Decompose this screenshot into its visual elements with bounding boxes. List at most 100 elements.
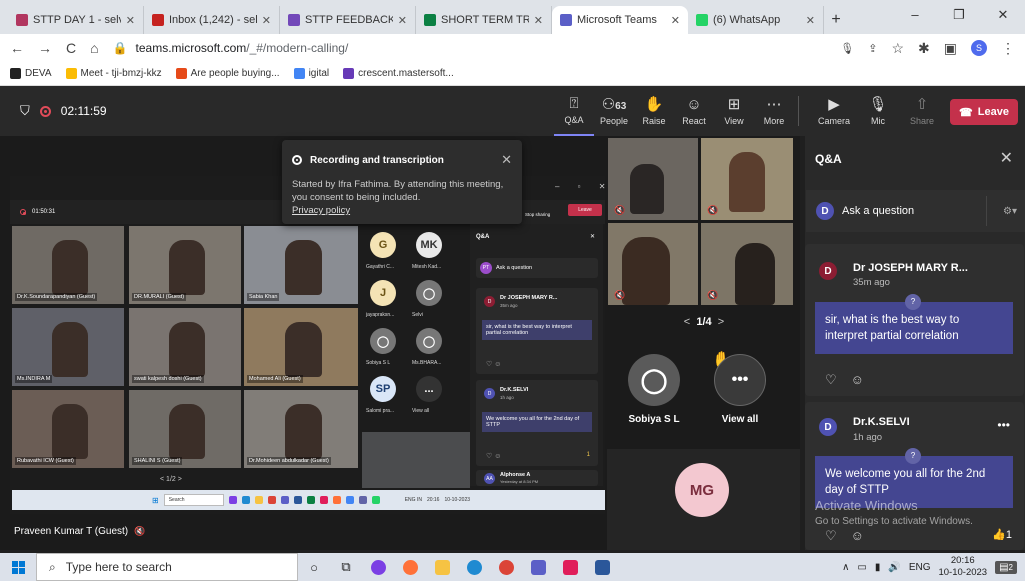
qa-filter-icon[interactable]: ⚙▾ <box>995 206 1025 217</box>
teams-icon[interactable] <box>522 553 554 581</box>
browser-tab[interactable]: SHORT TERM TRAINI ✕ <box>416 6 552 34</box>
video-pager[interactable]: < 1/4 > <box>669 316 739 328</box>
tab-close-icon[interactable]: ✕ <box>534 14 543 27</box>
browser-tab[interactable]: STTP DAY 1 - selvitha ✕ <box>8 6 144 34</box>
shared-avatar-panel: G Gayathri C... MK Mitesh Kad... Jjayapraksn… <box>362 228 470 438</box>
tab-close-icon[interactable]: ✕ <box>398 14 407 27</box>
shared-taskbar-app-icon <box>358 496 367 504</box>
shared-question-2: D Dr.K.SELVI 1h ago We welcome you all f… <box>476 380 598 466</box>
cortana-icon[interactable]: ○ <box>298 553 330 581</box>
tray-chevron-icon[interactable]: ∧ <box>842 562 849 573</box>
reply-icon[interactable]: ☺ <box>851 528 864 544</box>
edge-icon[interactable] <box>458 553 490 581</box>
question-reactions: ♡ ☺ <box>825 372 864 388</box>
shared-q1-reactions: ♡ ☺ <box>486 361 502 368</box>
browser-tab[interactable]: (6) WhatsApp ✕ <box>688 6 824 34</box>
back-icon[interactable]: ← <box>10 40 24 56</box>
shared-taskbar-app-icon <box>280 496 289 504</box>
shared-search-box: Search <box>163 494 224 506</box>
ask-question-field[interactable]: D Ask a question ⚙▾ <box>806 190 1025 232</box>
qa-close-button[interactable]: ✕ <box>1000 148 1013 168</box>
bookmark-item[interactable]: Are people buying... <box>175 68 280 79</box>
volume-icon[interactable]: 🔊 <box>888 562 900 573</box>
tab-close-icon[interactable]: ✕ <box>126 14 135 27</box>
language-indicator[interactable]: ENG <box>909 562 931 573</box>
participant-avatar-name: jayapraksn... <box>366 312 395 318</box>
popup-close-button[interactable]: ✕ <box>501 152 512 168</box>
shared-q3-avatar: AA <box>484 473 495 484</box>
task-view-icon[interactable]: ⧉ <box>330 553 362 581</box>
tab-close-icon[interactable]: ✕ <box>262 14 271 27</box>
url-host: teams.microsoft.com <box>135 41 247 55</box>
toolbar-view-button[interactable]: ⊞ View <box>714 86 754 136</box>
person-silhouette <box>52 322 89 377</box>
taskbar-search[interactable]: ⌕ Type here to search <box>36 553 298 581</box>
start-button[interactable] <box>0 553 36 581</box>
new-tab-button[interactable]: + <box>824 6 848 34</box>
tab-close-icon[interactable]: ✕ <box>806 14 815 27</box>
bookmark-item[interactable]: Meet - tji-bmzj-kkz <box>65 68 162 79</box>
restore-button[interactable]: ❐ <box>937 0 981 30</box>
browser-tab[interactable]: STTP FEEDBACK FOR ✕ <box>280 6 416 34</box>
url-field[interactable]: 🔒 teams.microsoft.com/_#/modern-calling/ <box>112 37 827 59</box>
forward-icon[interactable]: → <box>38 40 52 56</box>
participant-video-4: 🔇 <box>701 223 793 305</box>
profile-avatar[interactable]: S <box>971 40 987 56</box>
like-icon[interactable]: ♡ <box>825 528 837 544</box>
network-icon[interactable]: ▭ <box>857 562 866 573</box>
browser-tab[interactable]: Inbox (1,242) - selvi.c ✕ <box>144 6 280 34</box>
word-icon[interactable] <box>586 553 618 581</box>
mic-button[interactable]: 🎙 Mic <box>856 86 900 136</box>
presenter-name: Praveen Kumar T (Guest) <box>14 526 129 537</box>
home-icon[interactable]: ⌂ <box>90 40 98 56</box>
toolbar-raise-button[interactable]: ✋ Raise <box>634 86 674 136</box>
toolbar-qa-button[interactable]: ⍰ Q&A <box>554 86 594 136</box>
tab-title: STTP DAY 1 - selvitha <box>33 14 121 26</box>
url-path: /_#/modern-calling/ <box>246 41 349 55</box>
participant-sobiya[interactable]: ◯ Sobiya S L <box>628 354 680 425</box>
shared-q2-count: 1 <box>586 452 590 458</box>
minimize-button[interactable]: – <box>893 0 937 30</box>
tile-name: Ms.INDIRA M <box>15 375 53 383</box>
sidepanel-icon[interactable]: ▣ <box>944 40 957 57</box>
question-more-icon[interactable]: ••• <box>997 418 1010 432</box>
notification-icon[interactable]: ▤2 <box>995 560 1017 574</box>
privacy-policy-link[interactable]: Privacy policy <box>292 204 512 217</box>
question-icon: ? <box>905 294 921 310</box>
reply-icon[interactable]: ☺ <box>851 372 864 388</box>
extensions-icon[interactable]: ✱ <box>918 40 930 57</box>
shared-q1-time: 35m ago <box>500 303 518 308</box>
camera-button[interactable]: ▶ Camera <box>812 86 856 136</box>
device-label: Share <box>909 116 935 126</box>
clock[interactable]: 20:16 10-10-2023 <box>938 555 987 579</box>
bookmark-item[interactable]: igital <box>293 68 329 79</box>
share-button[interactable]: ⇧ Share <box>900 86 944 136</box>
slack-icon[interactable] <box>554 553 586 581</box>
leave-button[interactable]: ☎ Leave <box>950 99 1018 125</box>
shared-q2-reactions: ♡ ☺ <box>486 453 502 460</box>
toolbar-more-button[interactable]: ⋯ More <box>754 86 794 136</box>
view-all-button[interactable]: ••• View all <box>714 354 766 425</box>
toolbar-react-button[interactable]: ☺ React <box>674 86 714 136</box>
file-explorer-icon[interactable] <box>426 553 458 581</box>
battery-icon[interactable]: ▮ <box>875 562 881 573</box>
bookmark-item[interactable]: DEVA <box>10 68 52 79</box>
toolbar-people-button[interactable]: ⚇63 People <box>594 86 634 136</box>
shared-record-icon <box>20 209 26 215</box>
browser-tab[interactable]: Microsoft Teams ✕ <box>552 6 688 34</box>
tab-close-icon[interactable]: ✕ <box>671 14 680 27</box>
mic-icon[interactable]: 🎙 <box>840 42 854 55</box>
share-page-icon[interactable]: ⇪ <box>868 42 877 55</box>
star-icon[interactable]: ☆ <box>891 40 904 57</box>
chrome-icon[interactable] <box>490 553 522 581</box>
app-icon-1[interactable] <box>362 553 394 581</box>
menu-icon[interactable]: ⋮ <box>1001 40 1015 57</box>
shared-leave-button: Leave <box>568 204 602 216</box>
like-icon[interactable]: ♡ <box>825 372 837 388</box>
close-window-button[interactable]: ✕ <box>981 0 1025 30</box>
bookmark-item[interactable]: crescent.mastersoft... <box>343 68 454 79</box>
bookmark-icon <box>343 68 355 79</box>
reload-icon[interactable]: C <box>66 40 76 56</box>
mic-off-icon: 🔇 <box>707 290 719 300</box>
firefox-icon[interactable] <box>394 553 426 581</box>
